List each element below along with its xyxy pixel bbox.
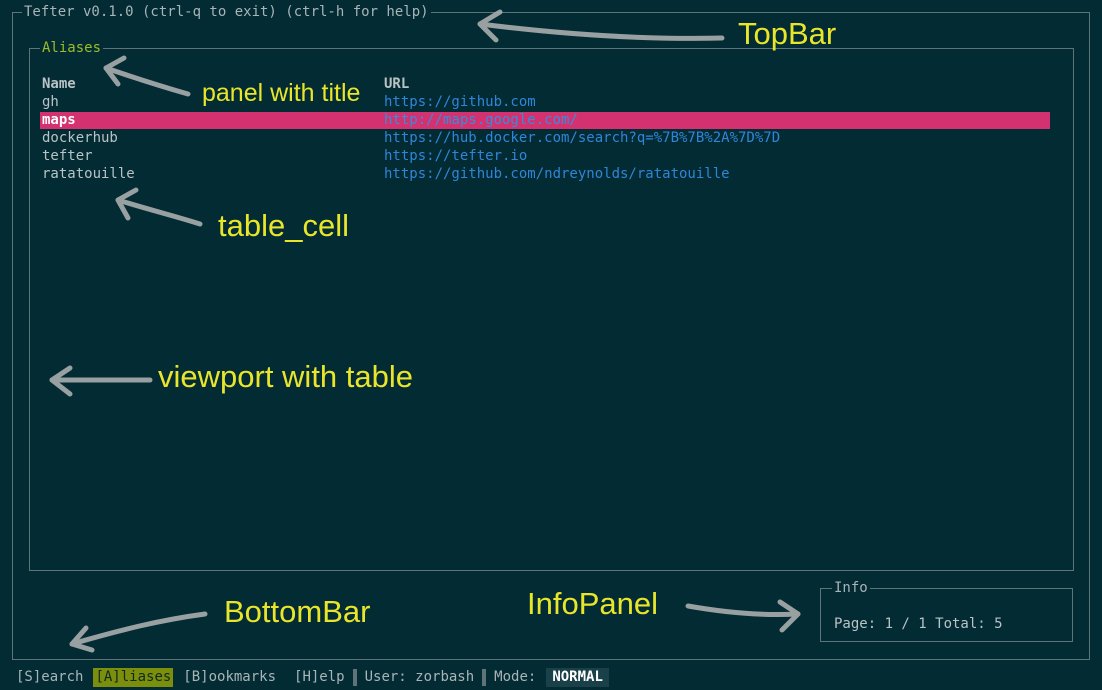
bottombar: [S]earch [A]liases [B]ookmarks [H]elp Us… [14, 668, 609, 687]
info-panel-title: Info [832, 579, 870, 597]
bottombar-separator [482, 669, 487, 686]
table-header-name: Name [42, 76, 76, 92]
table-cell-url-selected[interactable]: http://maps.google.com/ [384, 111, 578, 129]
bottombar-mode-label: Mode: [494, 669, 537, 685]
annotation-table-cell: table_cell [218, 208, 349, 243]
table-cell-name[interactable]: gh [42, 93, 59, 111]
bottombar-bookmarks-tab[interactable]: [B]ookmarks [181, 668, 278, 687]
table-cell-name[interactable]: dockerhub [42, 129, 118, 147]
bottombar-mode-value: NORMAL [546, 668, 609, 687]
table-cell-name-selected[interactable]: maps [42, 111, 76, 129]
aliases-panel-title: Aliases [40, 39, 104, 57]
table-cell-url[interactable]: https://tefter.io [384, 147, 527, 165]
bottombar-user: User: zorbash [364, 669, 475, 685]
annotation-topbar: TopBar [738, 16, 837, 51]
annotation-infopanel: InfoPanel [527, 586, 658, 621]
info-panel-text: Page: 1 / 1 Total: 5 [834, 616, 1003, 632]
table-cell-name[interactable]: ratatouille [42, 165, 135, 183]
bottombar-help-tab[interactable]: [H]elp [292, 668, 347, 687]
annotation-panel-with-title: panel with title [202, 79, 361, 107]
table-cell-name[interactable]: tefter [42, 147, 93, 165]
table-header-url: URL [384, 76, 410, 92]
topbar-title: Tefter v0.1.0 (ctrl-q to exit) (ctrl-h f… [22, 3, 431, 21]
bottombar-aliases-tab[interactable]: [A]liases [93, 668, 174, 687]
annotation-viewport-with-table: viewport with table [158, 359, 414, 394]
table-cell-url[interactable]: https://hub.docker.com/search?q=%7B%7B%2… [384, 129, 780, 147]
table-cell-url[interactable]: https://github.com/ndreynolds/ratatouill… [384, 165, 730, 183]
bottombar-search-tab[interactable]: [S]earch [14, 668, 85, 687]
bottombar-separator [352, 669, 357, 686]
table-cell-url[interactable]: https://github.com [384, 93, 536, 111]
annotation-bottombar: BottomBar [224, 594, 371, 629]
